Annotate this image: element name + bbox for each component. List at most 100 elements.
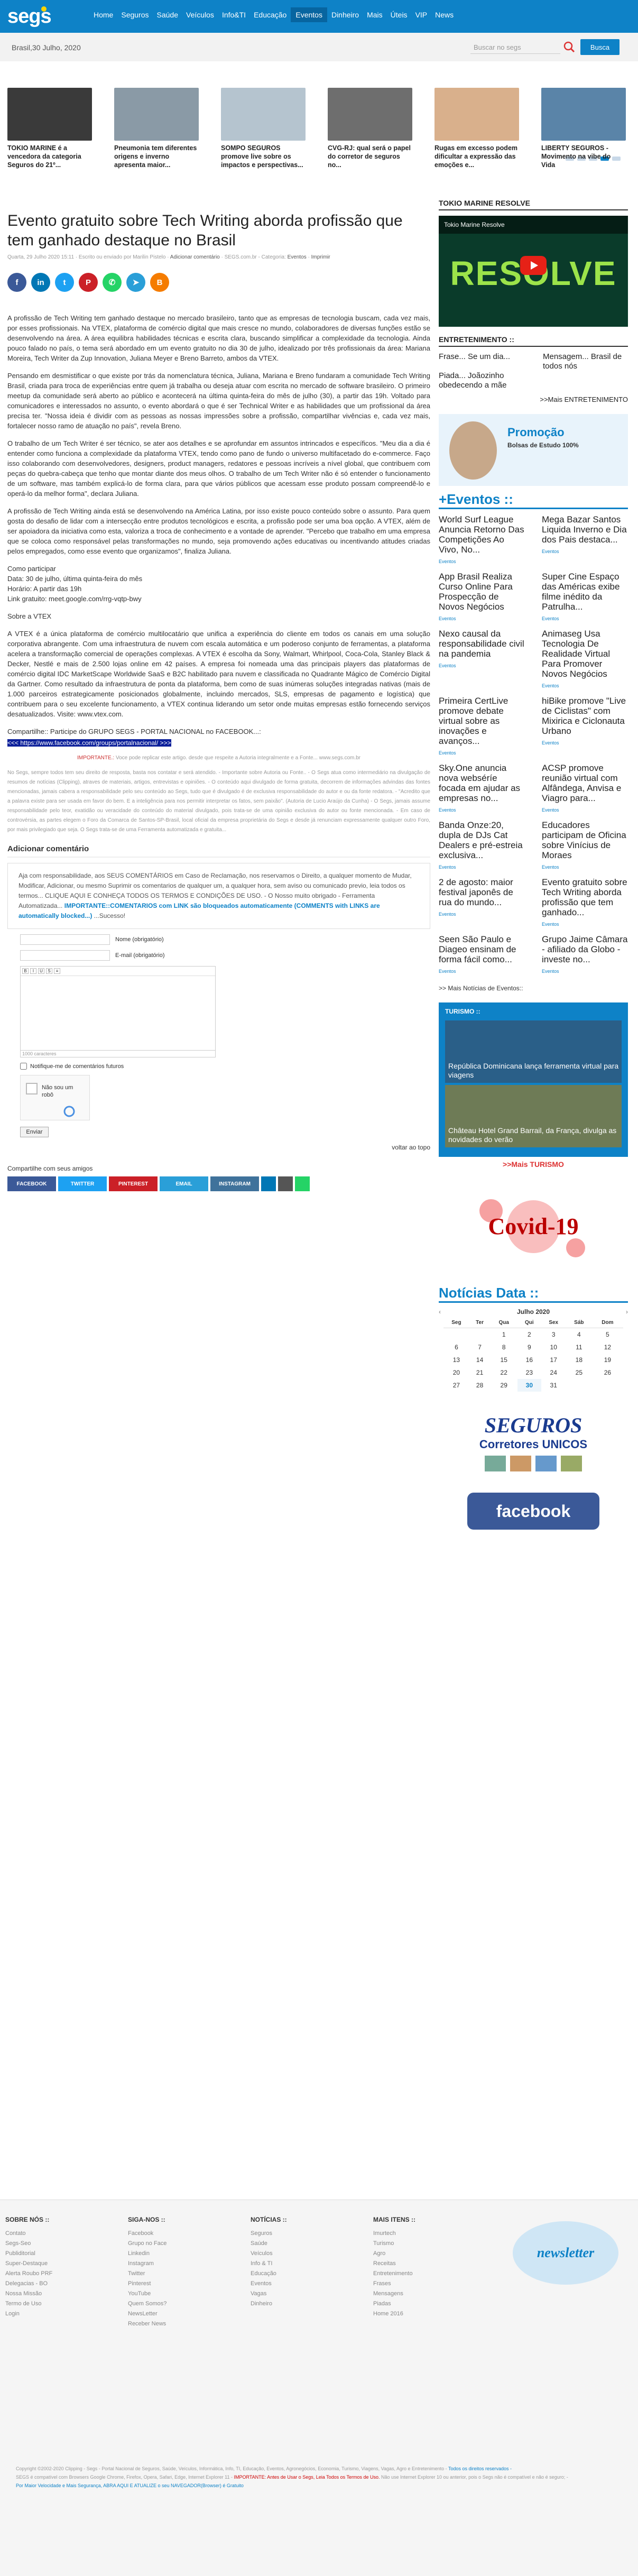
event-item[interactable]: World Surf League Anuncia Retorno Das Co… — [439, 514, 525, 564]
promo-banner[interactable]: Promoção Bolsas de Estudo 100% — [439, 414, 628, 486]
twitter-icon[interactable]: t — [55, 273, 74, 292]
whatsapp-icon[interactable]: ✆ — [103, 273, 122, 292]
blogger-icon[interactable]: B — [150, 273, 169, 292]
promo-caption[interactable]: Pneumonia tem diferentes origens e inver… — [114, 144, 199, 169]
footer-link[interactable]: Home 2016 — [373, 2309, 479, 2319]
calendar-day[interactable]: 24 — [541, 1366, 566, 1379]
add-comment-link[interactable]: Adicionar comentário — [170, 254, 220, 260]
footer-link[interactable]: Piadas — [373, 2299, 479, 2309]
footer-link[interactable]: Veículos — [251, 2249, 356, 2259]
footer-link[interactable]: Publiditorial — [5, 2249, 111, 2259]
prev-month-icon[interactable]: ‹ — [439, 1308, 441, 1315]
calendar-day[interactable]: 5 — [592, 1328, 623, 1341]
event-tag[interactable]: Eventos — [439, 559, 525, 564]
calendar-day[interactable]: 7 — [469, 1341, 490, 1354]
event-tag[interactable]: Eventos — [542, 740, 628, 746]
event-item[interactable]: Banda Onze:20, dupla de DJs Cat Dealers … — [439, 820, 525, 870]
calendar-day[interactable]: 26 — [592, 1366, 623, 1379]
event-title[interactable]: Super Cine Espaço das Américas exibe fil… — [542, 572, 628, 612]
nav-vip[interactable]: VIP — [412, 7, 431, 22]
pinterest-icon[interactable]: P — [79, 273, 98, 292]
footer-link[interactable]: Frases — [373, 2279, 479, 2289]
facebook-ad[interactable]: facebook — [467, 1493, 599, 1530]
update-browser-link[interactable]: Por Maior Velocidade e Mais Segurança, A… — [16, 2481, 624, 2490]
strike-button[interactable]: S — [46, 968, 52, 974]
event-tag[interactable]: Eventos — [439, 969, 525, 974]
footer-link[interactable]: Saúde — [251, 2239, 356, 2249]
calendar-day[interactable]: 6 — [443, 1341, 469, 1354]
search-button[interactable]: Busca — [580, 39, 619, 55]
event-item[interactable]: Mega Bazar Santos Liquida Inverno e Dia … — [542, 514, 628, 564]
turismo-item-1[interactable]: República Dominicana lança ferramenta vi… — [448, 1062, 622, 1080]
event-title[interactable]: Mega Bazar Santos Liquida Inverno e Dia … — [542, 514, 628, 545]
turismo-image-1[interactable]: República Dominicana lança ferramenta vi… — [445, 1020, 622, 1083]
footer-link[interactable]: Turismo — [373, 2239, 479, 2249]
footer-link[interactable]: Segs-Seo — [5, 2239, 111, 2249]
event-item[interactable]: Primeira CertLive promove debate virtual… — [439, 696, 525, 756]
event-tag[interactable]: Eventos — [542, 864, 628, 870]
event-title[interactable]: Seen São Paulo e Diageo ensinam de forma… — [439, 934, 525, 964]
promo-card[interactable]: LIBERTY SEGUROS - Movimento na vibe do V… — [541, 88, 626, 169]
entertainment-item[interactable]: Mensagem... Brasil de todos nós — [543, 352, 628, 371]
nav-mais[interactable]: Mais — [363, 7, 386, 22]
linkedin-icon[interactable]: in — [31, 273, 50, 292]
event-tag[interactable]: Eventos — [542, 683, 628, 688]
footer-link[interactable]: Mensagens — [373, 2289, 479, 2299]
email-field[interactable] — [20, 950, 110, 961]
search-input[interactable]: Buscar no segs — [470, 40, 560, 54]
event-tag[interactable]: Eventos — [542, 969, 628, 974]
share-extra-icon[interactable] — [261, 1176, 276, 1192]
event-tag[interactable]: Eventos — [542, 922, 628, 927]
share-email-button[interactable]: EMAIL — [160, 1176, 208, 1192]
footer-link[interactable]: Imurtech — [373, 2229, 479, 2239]
event-tag[interactable]: Eventos — [439, 807, 525, 813]
more-events-link[interactable]: >> Mais Notícias de Eventos:: — [439, 985, 628, 992]
promo-caption[interactable]: TOKIO MARINE é a vencedora da categoria … — [7, 144, 92, 169]
event-item[interactable]: Nexo causal da responsabilidade civil na… — [439, 629, 525, 688]
event-tag[interactable]: Eventos — [439, 616, 525, 621]
video-player[interactable]: Tokio Marine Resolve RESOLVE — [439, 216, 628, 327]
bold-button[interactable]: B — [22, 968, 29, 974]
event-tag[interactable]: Eventos — [439, 750, 525, 756]
list-button[interactable]: ≡ — [54, 968, 60, 974]
promo-card[interactable]: SOMPO SEGUROS promove live sobre os impa… — [221, 88, 306, 169]
calendar-day[interactable]: 19 — [592, 1354, 623, 1366]
calendar-day[interactable]: 31 — [541, 1379, 566, 1392]
event-title[interactable]: World Surf League Anuncia Retorno Das Co… — [439, 514, 525, 555]
event-tag[interactable]: Eventos — [439, 864, 525, 870]
event-title[interactable]: Nexo causal da responsabilidade civil na… — [439, 629, 525, 659]
event-title[interactable]: Educadores participam de Oficina sobre V… — [542, 820, 628, 860]
event-item[interactable]: Grupo Jaime Câmara - afiliado da Globo -… — [542, 934, 628, 974]
promo-caption[interactable]: SOMPO SEGUROS promove live sobre os impa… — [221, 144, 306, 169]
footer-link[interactable]: Linkedin — [128, 2249, 234, 2259]
event-title[interactable]: hiBike promove "Live de Ciclistas" com M… — [542, 696, 628, 736]
more-turismo-link[interactable]: >>Mais TURISMO — [439, 1160, 628, 1169]
footer-link[interactable]: Info & TI — [251, 2259, 356, 2269]
footer-link[interactable]: Quem Somos? — [128, 2299, 234, 2309]
footer-link[interactable]: Login — [5, 2309, 111, 2319]
italic-button[interactable]: I — [30, 968, 36, 974]
footer-link[interactable]: Educação — [251, 2269, 356, 2279]
footer-link[interactable]: Twitter — [128, 2269, 234, 2279]
nav-ve-culos[interactable]: Veículos — [182, 7, 218, 22]
calendar-day[interactable]: 2 — [517, 1328, 541, 1341]
promo-card[interactable]: Rugas em excesso podem dificultar a expr… — [434, 88, 519, 169]
event-item[interactable]: Educadores participam de Oficina sobre V… — [542, 820, 628, 870]
share-pinterest-button[interactable]: PINTEREST — [109, 1176, 158, 1192]
event-item[interactable]: hiBike promove "Live de Ciclistas" com M… — [542, 696, 628, 756]
event-tag[interactable]: Eventos — [542, 616, 628, 621]
footer-link[interactable]: Receitas — [373, 2259, 479, 2269]
footer-link[interactable]: Vagas — [251, 2289, 356, 2299]
calendar-day[interactable]: 1 — [490, 1328, 517, 1341]
seguros-ad[interactable]: SEGUROS Corretores UNICOS — [439, 1413, 628, 1471]
calendar-day[interactable]: 11 — [566, 1341, 592, 1354]
calendar-day[interactable]: 17 — [541, 1354, 566, 1366]
calendar-day[interactable]: 12 — [592, 1341, 623, 1354]
share-extra-icon[interactable] — [278, 1176, 293, 1192]
calendar-day[interactable]: 29 — [490, 1379, 517, 1392]
event-item[interactable]: Super Cine Espaço das Américas exibe fil… — [542, 572, 628, 621]
footer-link[interactable]: Contato — [5, 2229, 111, 2239]
calendar-day[interactable]: 22 — [490, 1366, 517, 1379]
event-title[interactable]: ACSP promove reunião virtual com Alfânde… — [542, 763, 628, 803]
nav-sa-de[interactable]: Saúde — [153, 7, 182, 22]
